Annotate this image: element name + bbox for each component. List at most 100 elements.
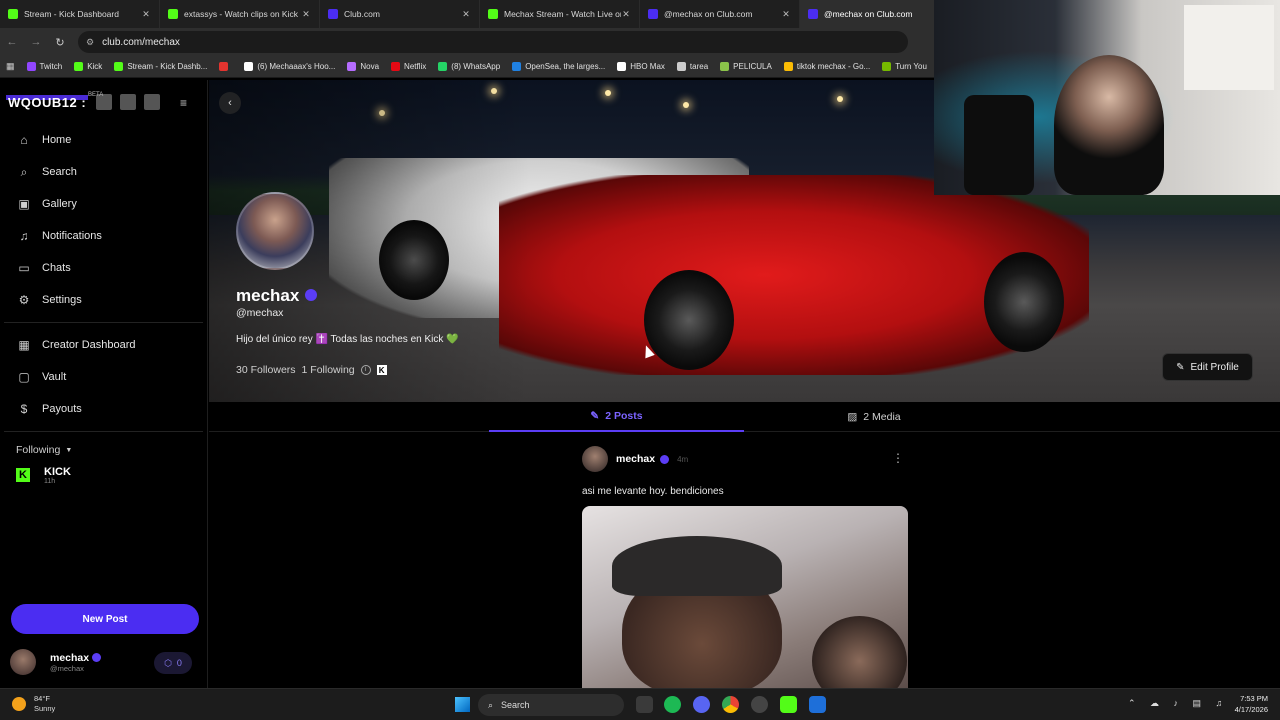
weather-widget[interactable]: 84°F Sunny <box>12 694 55 714</box>
taskbar-search[interactable]: ⌕ Search <box>478 694 624 716</box>
coin-balance[interactable]: ⬡ 0 <box>154 652 192 674</box>
weather-temp: 84°F <box>34 694 50 703</box>
browser-tab[interactable]: extassys - Watch clips on Kick ✕ <box>160 0 320 28</box>
dashboard-icon: ▦ <box>18 338 30 352</box>
edit-profile-label: Edit Profile <box>1190 361 1239 373</box>
edit-profile-button[interactable]: ✎ Edit Profile <box>1162 353 1253 381</box>
webcam-overlay <box>934 0 1280 195</box>
cover-wheel <box>644 270 734 370</box>
clock[interactable]: 7:53 PM 4/17/2026 <box>1235 693 1268 715</box>
info-icon[interactable]: i <box>360 365 371 375</box>
new-post-button[interactable]: New Post <box>11 604 199 634</box>
bookmark-item[interactable]: OpenSea, the larges... <box>512 62 605 71</box>
browser-tab[interactable]: Stream - Kick Dashboard ✕ <box>0 0 160 28</box>
main-nav: ⌂ Home ⌕ Search ▣ Gallery ♫ Notifications ▭ Chats… <box>0 124 207 316</box>
post-text: asi me levante hoy. bendiciones <box>582 486 724 497</box>
following-count[interactable]: 1 Following <box>302 364 355 376</box>
bookmark-item[interactable]: PELICULA <box>720 62 772 71</box>
following-toggle[interactable]: Following ▼ <box>0 438 207 462</box>
profile-avatar[interactable] <box>236 192 314 270</box>
search-icon: ⌕ <box>20 164 28 179</box>
tab-favicon-icon <box>8 9 18 19</box>
current-user-name: mechax <box>50 652 102 664</box>
site-settings-icon[interactable]: ⚙ <box>86 37 94 48</box>
reload-icon[interactable]: ↻ <box>48 36 72 49</box>
sidebar-item-settings[interactable]: ⚙ Settings <box>0 284 207 316</box>
tab-title: @mechax on Club.com <box>824 9 913 19</box>
close-icon[interactable]: ✕ <box>621 9 631 20</box>
file-explorer-icon[interactable] <box>636 696 653 713</box>
kick-link-icon[interactable]: K <box>376 365 387 375</box>
bookmark-item[interactable]: (6) Mechaaax's Hoo... <box>244 62 335 71</box>
discord-icon[interactable] <box>693 696 710 713</box>
browser-tab[interactable]: @mechax on Club.com ✕ <box>640 0 800 28</box>
sidebar-item-chats[interactable]: ▭ Chats <box>0 252 207 284</box>
sidebar-item-vault[interactable]: ▢ Vault <box>0 361 207 393</box>
back-button[interactable]: ‹ <box>219 92 241 114</box>
tab-posts-label: 2 Posts <box>605 410 643 422</box>
kick-app-icon[interactable] <box>780 696 797 713</box>
account-avatar-icon[interactable] <box>144 94 161 110</box>
post-image[interactable] <box>582 506 908 693</box>
windows-start-icon[interactable] <box>455 697 470 712</box>
verified-badge-icon <box>305 288 318 301</box>
hamburger-menu-icon[interactable]: ≡ <box>180 96 187 110</box>
bookmark-item[interactable]: Turn You <box>882 62 927 71</box>
bookmark-label: OpenSea, the larges... <box>525 62 606 71</box>
close-icon[interactable]: ✕ <box>301 9 311 20</box>
sidebar-item-search[interactable]: ⌕ Search <box>0 156 207 188</box>
sidebar-item-creator-dashboard[interactable]: ▦ Creator Dashboard <box>0 329 207 361</box>
sidebar-item-notifications[interactable]: ♫ Notifications <box>0 220 207 252</box>
avatar <box>10 649 36 675</box>
bookmark-item[interactable]: tarea <box>676 62 709 71</box>
webcam-person <box>1054 55 1164 195</box>
following-time: 11h <box>44 478 56 485</box>
followers-count[interactable]: 30 Followers <box>236 364 296 376</box>
post-author[interactable]: mechax <box>616 453 655 465</box>
bookmark-favicon-icon <box>882 62 892 71</box>
sidebar-item-payouts[interactable]: $ Payouts <box>0 393 207 425</box>
system-tray-icons[interactable]: ⌃ ☁ ♪ ▤ ♫ <box>1128 698 1228 709</box>
vault-icon: ▢ <box>18 370 30 384</box>
obs-icon[interactable] <box>751 696 768 713</box>
bookmark-item[interactable]: Nova <box>347 62 379 71</box>
browser-tab[interactable]: Mechax Stream - Watch Live on ✕ <box>480 0 640 28</box>
bookmark-item[interactable]: Netflix <box>391 62 426 71</box>
sidebar-item-label: Vault <box>42 371 67 383</box>
bookmark-item[interactable]: Stream - Kick Dashb... <box>114 62 207 71</box>
sidebar-item-home[interactable]: ⌂ Home <box>0 124 207 156</box>
tab-title: @mechax on Club.com <box>664 9 753 19</box>
bookmark-item[interactable]: (8) WhatsApp <box>438 62 500 71</box>
screen: Stream - Kick Dashboard ✕ extassys - Watch… <box>0 0 1280 720</box>
bookmark-label: (6) Mechaaax's Hoo... <box>257 62 336 71</box>
apps-grid-icon[interactable]: ▦ <box>6 61 15 72</box>
bookmark-item[interactable]: tiktok mechax - Go... <box>783 62 870 71</box>
bookmark-item[interactable]: HBO Max <box>617 62 665 71</box>
sidebar: WQOUB12 : BETA ≡ ⌂ Home ⌕ Search ▣ Gallery ♫ No… <box>0 80 208 688</box>
chrome-icon[interactable] <box>722 696 739 713</box>
browser-tab[interactable]: Club.com ✕ <box>320 0 480 28</box>
bookmark-item[interactable] <box>219 62 232 71</box>
close-icon[interactable]: ✕ <box>461 9 471 20</box>
bookmark-item[interactable]: Twitch <box>26 62 62 71</box>
account-avatar-icon[interactable] <box>120 94 137 110</box>
sidebar-item-gallery[interactable]: ▣ Gallery <box>0 188 207 220</box>
close-icon[interactable]: ✕ <box>781 9 791 20</box>
spotify-icon[interactable] <box>664 696 681 713</box>
back-arrow-icon[interactable]: ← <box>0 36 24 48</box>
bookmark-label: Nova <box>360 62 380 71</box>
current-user[interactable]: mechax @mechax ⬡ 0 <box>10 644 200 680</box>
sidebar-item-label: Search <box>42 166 77 178</box>
tab-media[interactable]: ▨ 2 Media <box>749 402 999 432</box>
avatar[interactable] <box>582 446 608 472</box>
address-bar[interactable]: ⚙ club.com/mechax <box>78 31 908 53</box>
more-options-icon[interactable]: ⋮ <box>892 451 904 465</box>
club-logo[interactable]: WQOUB12 : <box>6 94 89 110</box>
following-item-kick[interactable]: K KICK 11h <box>0 466 207 485</box>
app-icon[interactable] <box>809 696 826 713</box>
forward-arrow-icon[interactable]: → <box>24 36 48 48</box>
tab-posts[interactable]: ✎ 2 Posts <box>489 402 744 432</box>
bookmark-item[interactable]: Kick <box>74 62 102 71</box>
close-icon[interactable]: ✕ <box>141 9 151 20</box>
bookmark-label: tarea <box>689 62 709 71</box>
